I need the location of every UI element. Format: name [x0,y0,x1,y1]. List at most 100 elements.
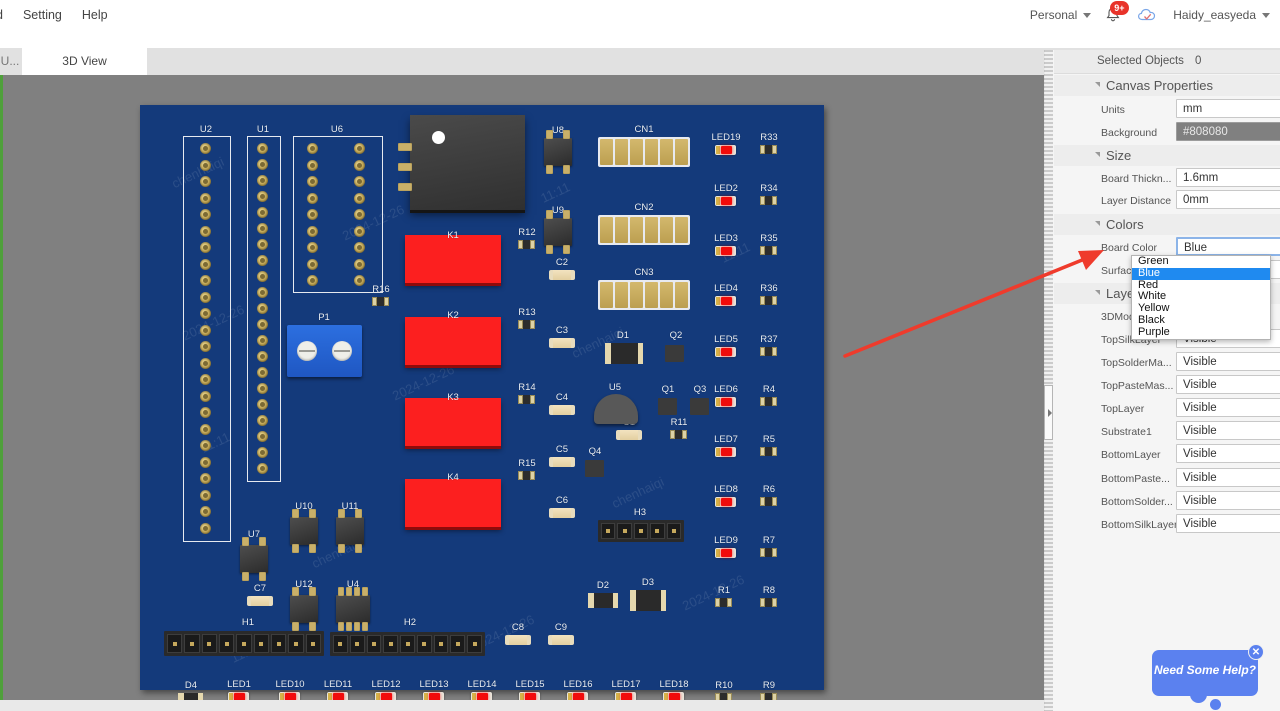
component-ic-u7[interactable] [240,545,268,573]
component-relay-k2[interactable] [405,317,501,365]
bottomsilk-visibility-select[interactable]: Visible [1176,514,1280,533]
component-ic-u4[interactable] [336,595,370,623]
component-capacitor-c4[interactable] [549,405,575,415]
pcb-board-3d[interactable]: chenhaiqi 2024-12-26 11:11 2024-12-26 20… [140,105,824,707]
component-capacitor-c1[interactable] [616,430,642,440]
designator-led8: LED8 [714,484,738,495]
component-transistor-q4[interactable] [585,460,604,477]
component-led-led6[interactable] [715,397,736,407]
component-led-led19[interactable] [715,145,736,155]
component-led-led5[interactable] [715,347,736,357]
component-capacitor-c2[interactable] [549,270,575,280]
notifications-button[interactable]: 9+ [1103,1,1129,25]
component-transistor-q1[interactable] [658,398,677,415]
component-led-led8[interactable] [715,497,736,507]
component-capacitor-c6[interactable] [549,508,575,518]
tab-3d-view[interactable]: 3D View [22,48,147,75]
component-module-large[interactable] [410,115,525,210]
user-menu[interactable]: Haidy_easyeda [1173,8,1270,22]
component-diode-d1[interactable] [605,343,643,364]
component-resistor-r13[interactable] [518,320,535,329]
menu-item-cut-off[interactable]: d [0,5,13,25]
component-connector-cn2[interactable] [598,215,690,245]
close-icon[interactable]: ✕ [1248,644,1264,660]
background-color-field[interactable]: #808080 [1176,122,1280,141]
designator-r12: R12 [518,227,536,238]
units-select[interactable]: mm [1176,99,1280,118]
option-blue[interactable]: Blue [1132,267,1270,280]
component-header-h3[interactable] [598,520,684,542]
section-canvas-properties[interactable]: Canvas Properties [1054,75,1280,96]
component-connector-cn3[interactable] [598,280,690,310]
board-color-select[interactable]: Blue [1176,237,1280,256]
component-capacitor-c9[interactable] [548,635,574,645]
section-size[interactable]: Size [1054,145,1280,166]
component-u5[interactable] [594,394,638,424]
component-resistor-r4[interactable] [760,397,777,406]
topsoldermask-visibility-select[interactable]: Visible [1176,352,1280,371]
3d-viewport[interactable]: chenhaiqi 2024-12-26 11:11 2024-12-26 20… [0,75,1044,711]
component-capacitor-c5[interactable] [549,457,575,467]
panel-splitter[interactable] [1044,50,1053,711]
cloud-sync-button[interactable] [1135,5,1161,25]
bottompastemask-visibility-select[interactable]: Visible [1176,468,1280,487]
bottomlayer-visibility-select[interactable]: Visible [1176,444,1280,463]
substrate1-visibility-select[interactable]: Visible [1176,421,1280,440]
component-resistor-r6[interactable] [760,497,777,506]
component-led-led9[interactable] [715,548,736,558]
component-led-led7[interactable] [715,447,736,457]
component-resistor-r12[interactable] [518,240,535,249]
section-colors[interactable]: Colors [1054,214,1280,235]
component-ic-u10[interactable] [290,517,318,545]
personal-dropdown[interactable]: Personal [1030,8,1092,22]
component-resistor-r16[interactable] [372,297,389,306]
component-resistor-r11[interactable] [670,430,687,439]
component-led-led4[interactable] [715,296,736,306]
component-resistor-r36[interactable] [760,296,777,305]
component-header-h2[interactable] [330,632,485,656]
component-resistor-r1[interactable] [715,598,732,607]
component-relay-k4[interactable] [405,479,501,527]
toppastemask-visibility-select[interactable]: Visible [1176,375,1280,394]
component-capacitor-c3[interactable] [549,338,575,348]
component-ic-u9[interactable] [544,218,572,246]
component-connector-cn1[interactable] [598,137,690,167]
toplayer-visibility-select[interactable]: Visible [1176,398,1280,417]
component-resistor-r37[interactable] [760,347,777,356]
component-diode-d2[interactable] [588,593,618,608]
component-transistor-q2[interactable] [665,345,684,362]
bottomsoldermask-visibility-select[interactable]: Visible [1176,491,1280,510]
menu-item-setting[interactable]: Setting [13,5,72,25]
component-ic-u12[interactable] [290,595,318,623]
component-resistor-r8[interactable] [760,598,777,607]
component-capacitor-c8[interactable] [505,635,531,645]
board-thickness-input[interactable]: 1.6mm [1176,168,1280,187]
component-led-led3[interactable] [715,246,736,256]
option-purple[interactable]: Purple [1132,326,1270,339]
component-ic-u11[interactable] [336,517,364,545]
panel-collapse-handle[interactable] [1044,385,1053,440]
component-capacitor-c7[interactable] [247,596,273,606]
component-relay-k1[interactable] [405,235,501,283]
menu-item-help[interactable]: Help [72,5,118,25]
layer-distance-input[interactable]: 0mm [1176,190,1280,209]
component-diode-d3[interactable] [630,590,666,611]
component-resistor-r5[interactable] [760,447,777,456]
component-transistor-q3[interactable] [690,398,709,415]
component-ic-u8[interactable] [544,138,572,166]
component-resistor-r15[interactable] [518,471,535,480]
option-black[interactable]: Black [1132,314,1270,327]
component-resistor-r14[interactable] [518,395,535,404]
through-hole-pad-u1 [257,239,268,250]
bubble-dot [1210,699,1221,710]
need-help-widget[interactable]: Need Some Help? ✕ [1152,644,1264,710]
component-resistor-r34[interactable] [760,196,777,205]
component-resistor-r33[interactable] [760,145,777,154]
component-resistor-r7[interactable] [760,548,777,557]
board-color-dropdown-list[interactable]: Green Blue Red White Yellow Black Purple [1131,255,1271,340]
component-terminal-block-p1[interactable] [287,325,362,377]
component-resistor-r35[interactable] [760,246,777,255]
component-header-h1[interactable] [164,631,324,656]
component-relay-k3[interactable] [405,398,501,446]
component-led-led2[interactable] [715,196,736,206]
